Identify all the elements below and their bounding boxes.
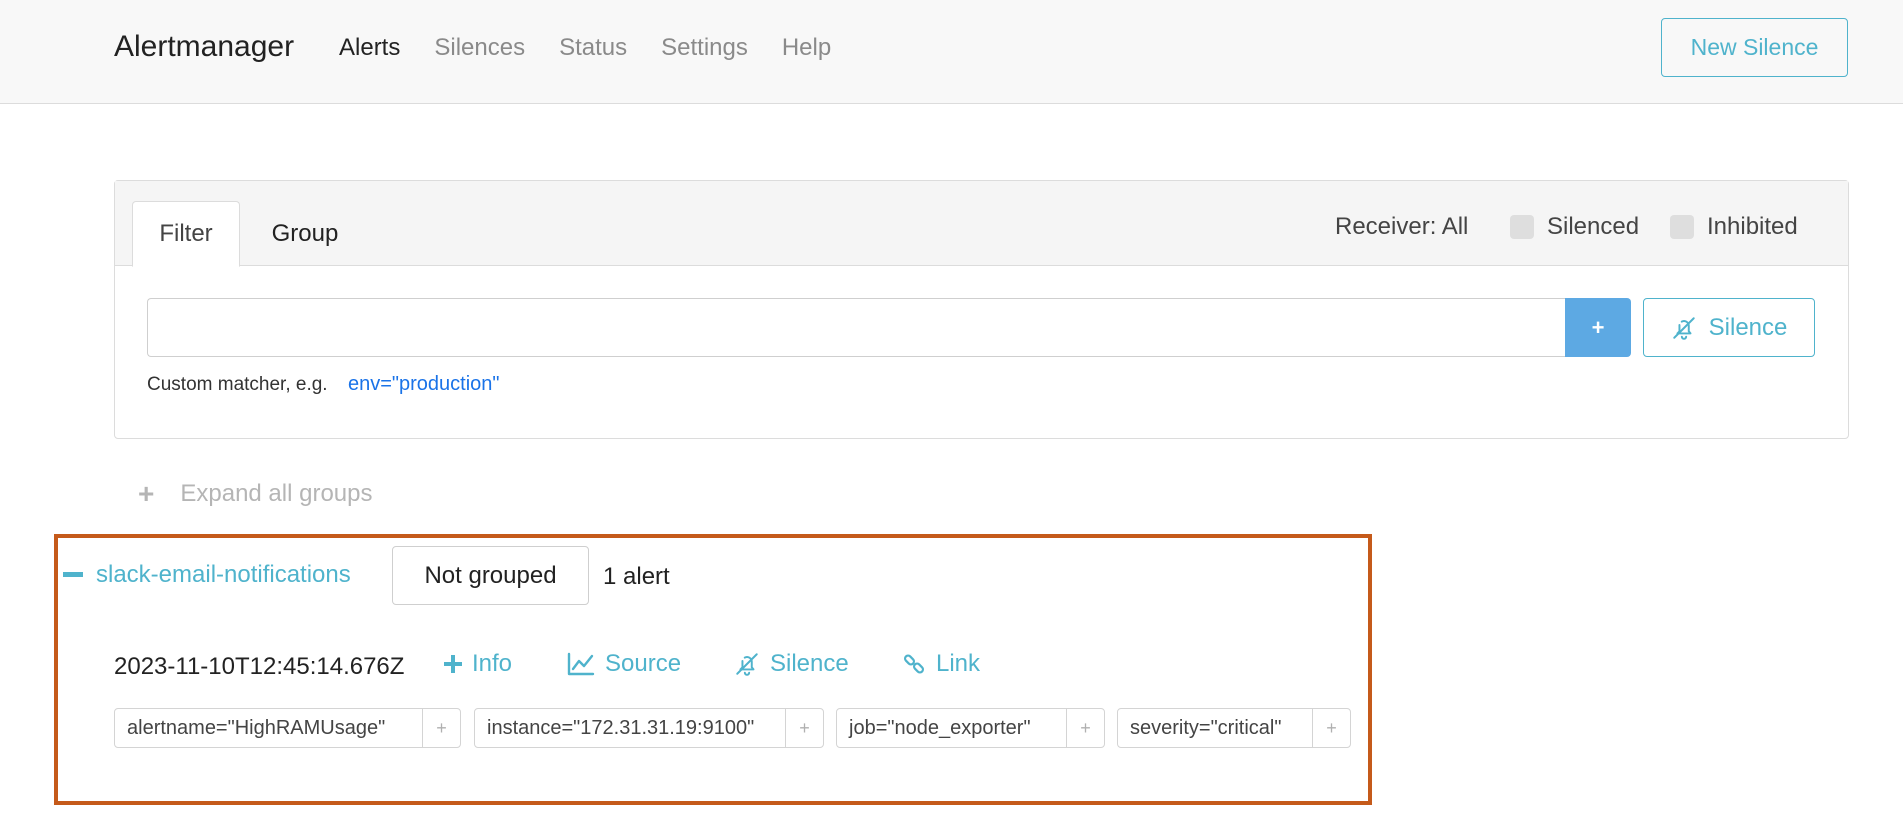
checkbox-box[interactable] (1510, 215, 1534, 239)
add-label-filter-button[interactable]: + (422, 709, 460, 747)
new-silence-button[interactable]: New Silence (1661, 18, 1848, 77)
add-label-filter-button[interactable]: + (1312, 709, 1350, 747)
checkbox-box[interactable] (1670, 215, 1694, 239)
filter-card: Filter Group Receiver: All Silenced Inhi… (114, 180, 1849, 439)
source-button[interactable]: Source (567, 650, 681, 678)
nav-item-alerts[interactable]: Alerts (339, 34, 400, 62)
label-chip-instance: instance="172.31.31.19:9100" + (474, 708, 824, 748)
minus-icon[interactable] (63, 572, 83, 577)
add-label-filter-button[interactable]: + (1066, 709, 1104, 747)
nav-item-silences[interactable]: Silences (434, 34, 525, 62)
info-button[interactable]: Info (444, 650, 512, 678)
brand-title[interactable]: Alertmanager (114, 30, 294, 64)
add-label-filter-button[interactable]: + (785, 709, 823, 747)
bell-slash-icon (734, 651, 760, 677)
line-chart-icon (567, 652, 595, 676)
tab-filter[interactable]: Filter (132, 201, 240, 267)
top-navbar: Alertmanager Alerts Silences Status Sett… (0, 0, 1903, 104)
link-label: Link (936, 650, 981, 677)
plus-icon (444, 655, 462, 673)
nav-item-settings[interactable]: Settings (661, 34, 748, 62)
add-matcher-button[interactable]: + (1565, 298, 1631, 357)
alert-timestamp: 2023-11-10T12:45:14.676Z (114, 653, 405, 680)
inhibited-label: Inhibited (1707, 213, 1798, 240)
inhibited-checkbox[interactable]: Inhibited (1670, 213, 1798, 241)
label-chip-alertname: alertname="HighRAMUsage" + (114, 708, 461, 748)
source-label: Source (605, 650, 682, 677)
filter-silence-label: Silence (1708, 313, 1788, 341)
label-text[interactable]: severity="critical" (1118, 709, 1312, 747)
bell-slash-icon (1671, 315, 1697, 341)
matcher-input[interactable] (147, 298, 1565, 357)
expand-all-label: Expand all groups (180, 480, 373, 507)
alert-count: 1 alert (603, 563, 670, 590)
expand-all-groups[interactable]: + Expand all groups (138, 478, 373, 510)
not-grouped-button[interactable]: Not grouped (392, 546, 589, 605)
info-label: Info (472, 650, 513, 677)
label-text[interactable]: job="node_exporter" (837, 709, 1066, 747)
group-receiver-name[interactable]: slack-email-notifications (96, 561, 351, 589)
nav-item-help[interactable]: Help (782, 34, 831, 62)
plus-icon: + (138, 478, 155, 509)
nav-item-status[interactable]: Status (559, 34, 627, 62)
alert-silence-button[interactable]: Silence (734, 650, 849, 678)
silenced-checkbox[interactable]: Silenced (1510, 213, 1639, 241)
filter-card-header: Filter Group Receiver: All Silenced Inhi… (115, 181, 1848, 267)
tab-group[interactable]: Group (250, 201, 360, 267)
label-chip-job: job="node_exporter" + (836, 708, 1105, 748)
label-chip-severity: severity="critical" + (1117, 708, 1351, 748)
alert-silence-label: Silence (770, 650, 849, 677)
silenced-label: Silenced (1547, 213, 1640, 240)
link-icon (902, 652, 926, 676)
label-text[interactable]: alertname="HighRAMUsage" (115, 709, 422, 747)
link-button[interactable]: Link (902, 650, 980, 678)
label-text[interactable]: instance="172.31.31.19:9100" (475, 709, 785, 747)
receiver-selector[interactable]: Receiver: All (1335, 213, 1468, 241)
matcher-hint-example[interactable]: env="production" (348, 373, 500, 396)
filter-silence-button[interactable]: Silence (1643, 298, 1815, 357)
main-nav: Alerts Silences Status Settings Help (339, 34, 865, 62)
matcher-hint: Custom matcher, e.g. (147, 374, 328, 395)
